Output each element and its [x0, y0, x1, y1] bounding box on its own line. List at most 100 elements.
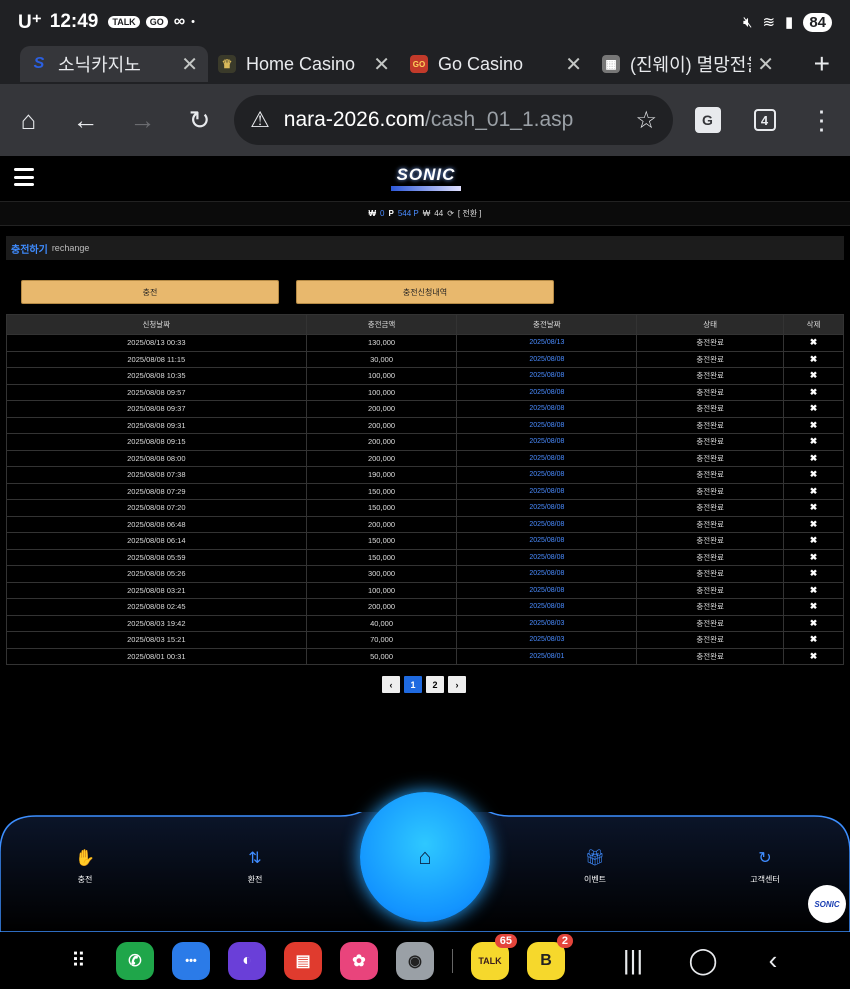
table-row: 2025/08/08 09:15 200,000 2025/08/08 충전완료 ✖ [6, 433, 844, 451]
kakaopage-app-icon[interactable]: B2 [527, 933, 573, 980]
hamburger-menu-icon[interactable] [14, 168, 34, 186]
amount-cell: 150,000 [305, 532, 458, 550]
delete-button[interactable]: ✖ [783, 548, 844, 566]
delete-button[interactable]: ✖ [783, 400, 844, 418]
status-cell: 충전완료 [636, 499, 785, 517]
back-nav-icon[interactable]: ‹ [753, 945, 793, 976]
not-secure-warning-icon[interactable]: ⚠ [250, 107, 270, 133]
delete-button[interactable]: ✖ [783, 581, 844, 599]
nav-event[interactable]: 🎁︎ 이벤트 [565, 848, 625, 885]
delete-button[interactable]: ✖ [783, 631, 844, 649]
status-cell: 충전완료 [636, 367, 785, 385]
delete-button[interactable]: ✖ [783, 614, 844, 632]
table-row: 2025/08/08 03:21 100,000 2025/08/08 충전완료 ✖ [6, 581, 844, 599]
nav-charge[interactable]: ✋ 충전 [55, 848, 115, 885]
charge-date-cell: 2025/08/08 [456, 548, 638, 566]
signal-icon: ▮ [785, 14, 794, 31]
menu-icon[interactable]: ⋮ [793, 105, 850, 136]
home-button[interactable]: ⌂ [360, 792, 490, 922]
status-cell: 충전완료 [636, 614, 785, 632]
charge-date-cell: 2025/08/13 [456, 334, 638, 352]
camera-app-icon[interactable]: ◉ [396, 941, 434, 980]
sonic-floating-badge[interactable]: SONIC [808, 885, 846, 923]
notes-app-icon[interactable]: ▤ [284, 941, 322, 980]
app-drawer-icon[interactable]: ⠿ [60, 948, 98, 973]
kakaotalk-notification-icon: TALK [108, 16, 140, 28]
home-icon[interactable]: ⌂ [0, 105, 57, 136]
delete-button[interactable]: ✖ [783, 515, 844, 533]
charge-date-cell: 2025/08/01 [456, 647, 638, 665]
nav-support[interactable]: ↻ 고객센터 [735, 848, 795, 885]
page-1-button[interactable]: 1 [404, 676, 422, 693]
delete-button[interactable]: ✖ [783, 598, 844, 616]
back-icon[interactable]: ← [57, 105, 114, 136]
delete-button[interactable]: ✖ [783, 482, 844, 500]
delete-button[interactable]: ✖ [783, 532, 844, 550]
close-icon[interactable]: ✕ [757, 52, 774, 77]
amount-cell: 190,000 [305, 466, 458, 484]
amount-cell: 200,000 [305, 449, 458, 467]
amount-cell: 150,000 [305, 482, 458, 500]
delete-button[interactable]: ✖ [783, 367, 844, 385]
delete-button[interactable]: ✖ [783, 499, 844, 517]
delete-button[interactable]: ✖ [783, 334, 844, 352]
close-icon[interactable]: ✕ [181, 52, 198, 77]
forward-icon[interactable]: → [114, 105, 171, 136]
table-row: 2025/08/08 08:00 200,000 2025/08/08 충전완료 ✖ [6, 449, 844, 467]
status-cell: 충전완료 [636, 400, 785, 418]
reload-icon[interactable]: ↻ [171, 105, 228, 136]
balance-bar: ₩ 0 P 544 P ₩ 44 ⟳ [ 전환 ] [0, 202, 850, 226]
gallery-app-icon[interactable]: ✿ [340, 941, 378, 980]
tab-jinwei[interactable]: ▦ (진웨이) 멸망전을 ✕ [592, 46, 784, 82]
delete-button[interactable]: ✖ [783, 416, 844, 434]
prev-page-button[interactable]: ‹ [382, 676, 400, 693]
internet-app-icon[interactable]: ◐ [228, 941, 266, 980]
table-row: 2025/08/01 00:31 50,000 2025/08/01 충전완료 ✖ [6, 647, 844, 665]
delete-button[interactable]: ✖ [783, 449, 844, 467]
phone-app-icon[interactable]: ✆ [116, 941, 154, 980]
page-2-button[interactable]: 2 [426, 676, 444, 693]
delete-button[interactable]: ✖ [783, 466, 844, 484]
charge-button[interactable]: 충전 [21, 280, 279, 304]
request-date-cell: 2025/08/01 00:31 [6, 647, 307, 665]
delete-button[interactable]: ✖ [783, 647, 844, 665]
delete-button[interactable]: ✖ [783, 350, 844, 368]
messages-app-icon[interactable]: ••• [172, 941, 210, 980]
url-text[interactable]: nara-2026.com/cash_01_1.asp [284, 108, 636, 132]
column-header: 삭제 [783, 314, 844, 335]
recents-icon[interactable]: ||| [613, 945, 653, 976]
next-page-button[interactable]: › [448, 676, 466, 693]
sonic-logo[interactable]: SONIC [386, 162, 466, 194]
translate-button[interactable]: G [679, 107, 736, 133]
nav-exchange[interactable]: ⇅ 환전 [225, 848, 285, 885]
convert-link[interactable]: [ 전환 ] [458, 208, 482, 219]
tab-sonic-casino[interactable]: S 소닉카지노 ✕ [20, 46, 208, 82]
section-title: 충전하기 rechange [6, 236, 844, 260]
delete-button[interactable]: ✖ [783, 565, 844, 583]
home-nav-icon[interactable]: ◯ [683, 945, 723, 976]
bookmark-star-icon[interactable]: ☆ [635, 106, 657, 135]
tab-switcher-button[interactable]: 4 [736, 109, 793, 131]
notification-icons: TALK GO ∞ • [108, 13, 195, 31]
home-icon: ⌂ [418, 844, 432, 869]
tab-home-casino[interactable]: ♛ Home Casino ✕ [208, 46, 400, 82]
dock-divider [452, 948, 453, 973]
close-icon[interactable]: ✕ [373, 52, 390, 77]
kakaotalk-app-icon[interactable]: TALK 65 [471, 933, 517, 980]
tab-go-casino[interactable]: GO Go Casino ✕ [400, 46, 592, 82]
request-date-cell: 2025/08/03 19:42 [6, 614, 307, 632]
site-header: SONIC [0, 156, 850, 202]
close-icon[interactable]: ✕ [565, 52, 582, 77]
translate-icon: G [694, 107, 721, 133]
charge-history-button[interactable]: 충전신청내역 [296, 280, 554, 304]
amount-cell: 100,000 [305, 581, 458, 599]
request-date-cell: 2025/08/08 07:29 [6, 482, 307, 500]
status-cell: 충전완료 [636, 631, 785, 649]
address-bar[interactable]: ⚠ nara-2026.com/cash_01_1.asp ☆ [234, 95, 673, 145]
column-header: 신청날짜 [6, 314, 307, 335]
tab-label: Go Casino [438, 53, 524, 74]
delete-button[interactable]: ✖ [783, 383, 844, 401]
refresh-icon[interactable]: ⟳ [447, 209, 454, 218]
delete-button[interactable]: ✖ [783, 433, 844, 451]
new-tab-icon[interactable]: + [814, 48, 830, 80]
